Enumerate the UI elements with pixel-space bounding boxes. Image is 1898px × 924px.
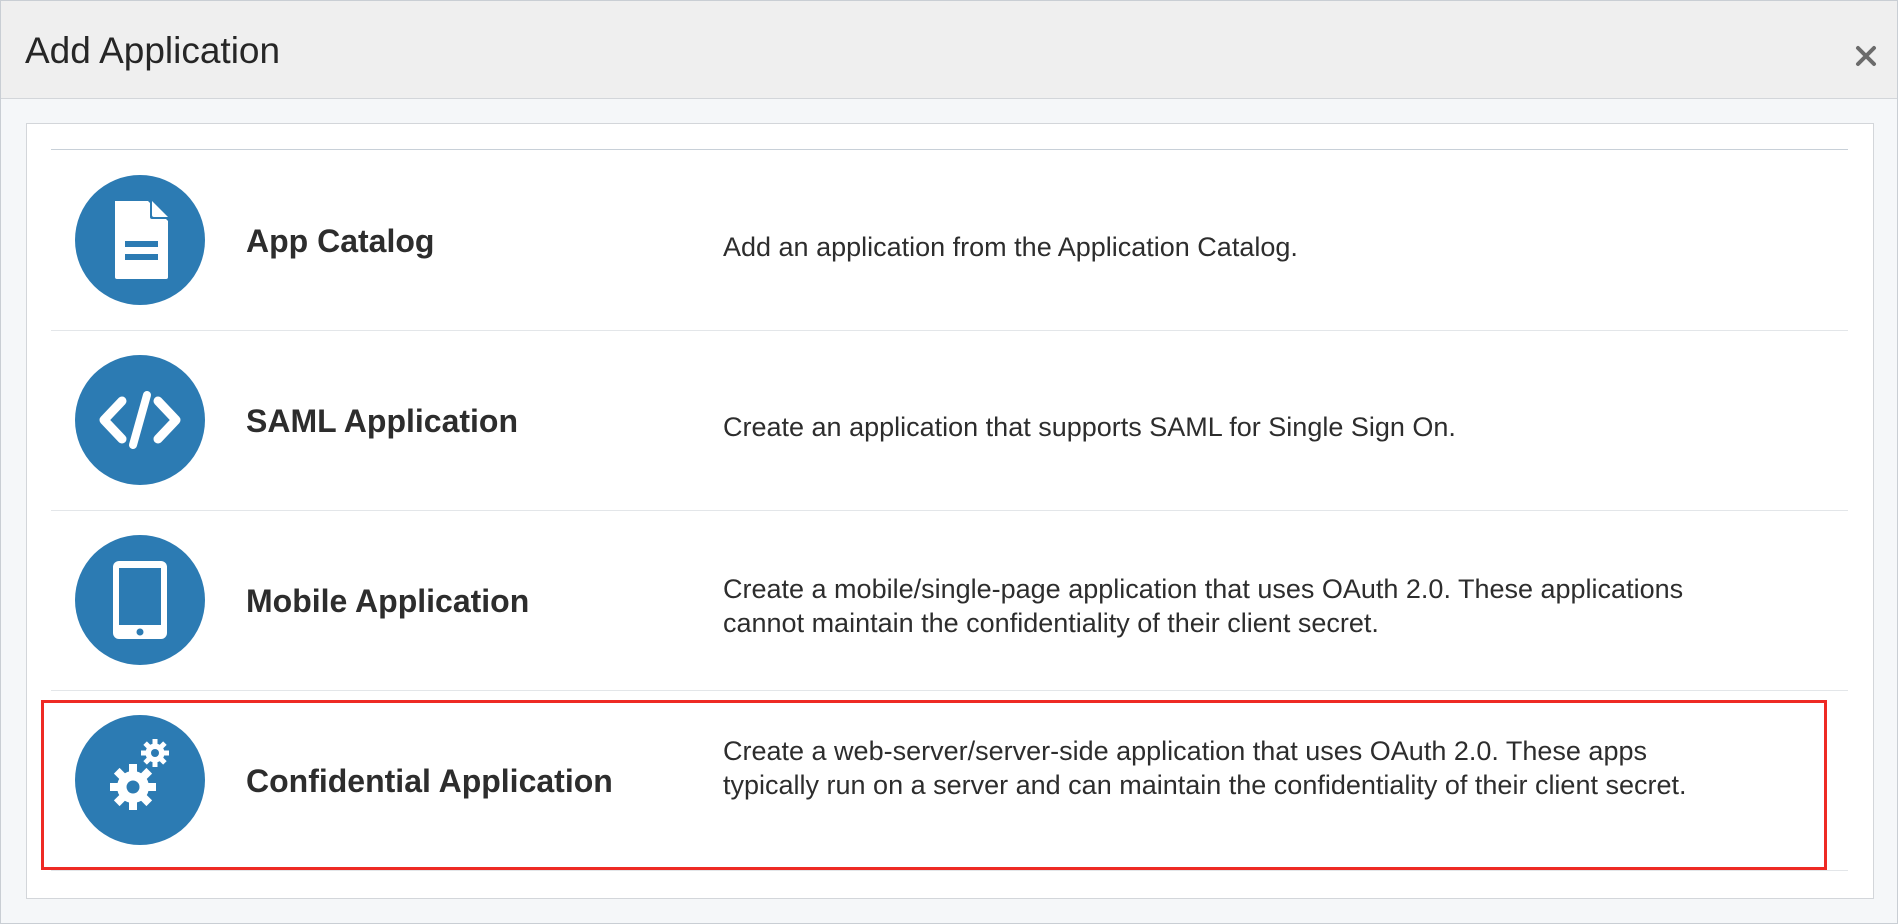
tablet-icon bbox=[75, 535, 205, 665]
dialog-title: Add Application bbox=[25, 30, 281, 71]
document-icon bbox=[75, 175, 205, 305]
close-icon[interactable] bbox=[1853, 43, 1879, 69]
option-title: SAML Application bbox=[246, 403, 518, 439]
code-icon bbox=[75, 355, 205, 485]
option-app-catalog[interactable]: App Catalog Add an application from the … bbox=[51, 150, 1848, 331]
option-saml-application[interactable]: SAML Application Create an application t… bbox=[51, 330, 1848, 511]
option-description: Create an application that supports SAML… bbox=[723, 412, 1456, 442]
dialog-header: Add Application bbox=[1, 1, 1897, 99]
option-title: Mobile Application bbox=[246, 583, 530, 619]
option-description: Create a web-server/server-side applicat… bbox=[723, 736, 1687, 800]
add-application-dialog: Add Application App Catalog Add an appli… bbox=[0, 0, 1898, 924]
option-mobile-application[interactable]: Mobile Application Create a mobile/singl… bbox=[51, 510, 1848, 691]
option-title: Confidential Application bbox=[246, 763, 613, 799]
option-title: App Catalog bbox=[246, 223, 435, 259]
option-description: Add an application from the Application … bbox=[723, 232, 1298, 262]
option-description: Create a mobile/single-page application … bbox=[723, 574, 1684, 638]
gears-icon bbox=[75, 715, 205, 845]
application-options-panel: App Catalog Add an application from the … bbox=[26, 123, 1874, 899]
option-confidential-application[interactable]: Confidential Application Create a web-se… bbox=[51, 690, 1848, 871]
